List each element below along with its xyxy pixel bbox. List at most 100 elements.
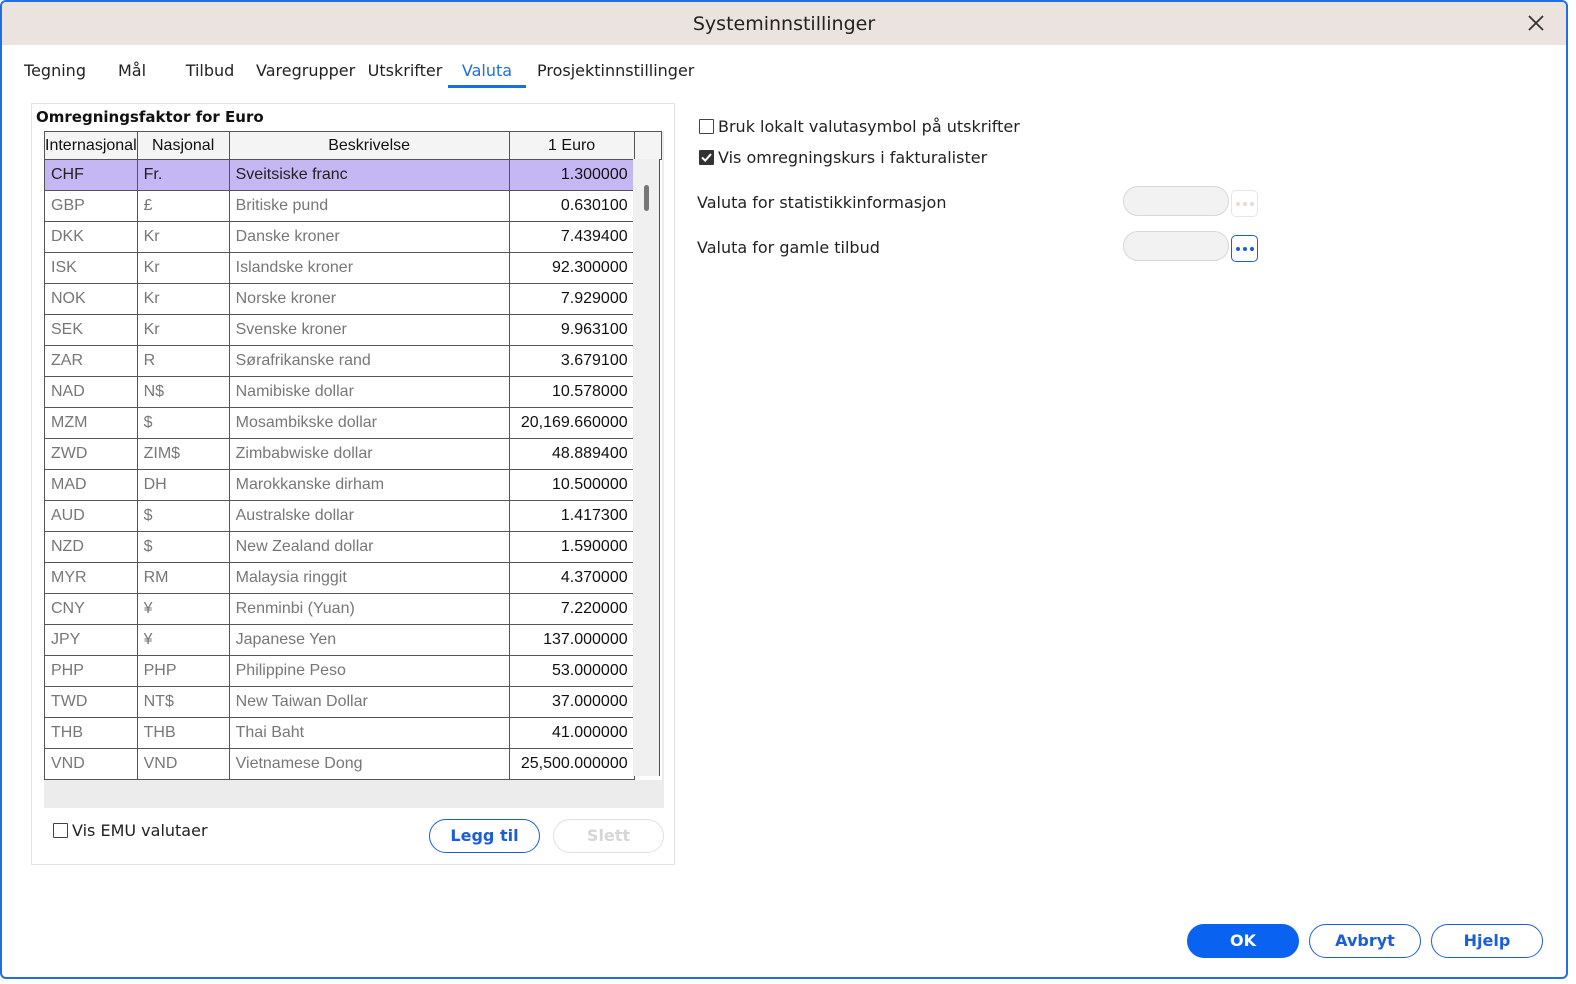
cell-description[interactable]: Australske dollar <box>228 500 510 532</box>
table-row[interactable]: THB THB Thai Baht 41.000000 <box>44 717 662 749</box>
cell-description[interactable]: Svenske kroner <box>228 314 510 346</box>
tab-tilbud[interactable]: Tilbud <box>184 58 236 88</box>
cell-description[interactable]: Sørafrikanske rand <box>228 345 510 377</box>
cell-description[interactable]: Renminbi (Yuan) <box>228 593 510 625</box>
table-row[interactable]: MZM $ Mosambikske dollar 20,169.660000 <box>44 407 662 439</box>
table-row[interactable]: NOK Kr Norske kroner 7.929000 <box>44 283 662 315</box>
cell-international[interactable]: AUD <box>44 500 138 532</box>
column-header-national[interactable]: Nasjonal <box>136 131 230 160</box>
cell-international[interactable]: ZWD <box>44 438 138 470</box>
table-row[interactable]: SEK Kr Svenske kroner 9.963100 <box>44 314 662 346</box>
cell-description[interactable]: Thai Baht <box>228 717 510 749</box>
checkbox-box[interactable] <box>53 823 68 838</box>
checkbox-box-checked[interactable] <box>699 150 714 165</box>
cell-national[interactable]: ¥ <box>136 593 230 625</box>
column-header-description[interactable]: Beskrivelse <box>228 131 510 160</box>
table-row[interactable]: TWD NT$ New Taiwan Dollar 37.000000 <box>44 686 662 718</box>
cell-euro-rate[interactable]: 41.000000 <box>508 717 635 749</box>
cell-euro-rate[interactable]: 37.000000 <box>508 686 635 718</box>
table-row[interactable]: ZAR R Sørafrikanske rand 3.679100 <box>44 345 662 377</box>
help-button[interactable]: Hjelp <box>1431 924 1543 958</box>
cell-euro-rate[interactable]: 0.630100 <box>508 190 635 222</box>
table-row[interactable]: GBP £ Britiske pund 0.630100 <box>44 190 662 222</box>
show-rate-checkbox[interactable]: Vis omregningskurs i fakturalister <box>699 148 987 167</box>
cell-description[interactable]: Norske kroner <box>228 283 510 315</box>
old-quotes-currency-browse-button[interactable] <box>1231 235 1258 262</box>
stats-currency-browse-button[interactable] <box>1231 190 1258 217</box>
cell-national[interactable]: Kr <box>136 314 230 346</box>
cell-international[interactable]: MYR <box>44 562 138 594</box>
cell-description[interactable]: Philippine Peso <box>228 655 510 687</box>
cell-national[interactable]: $ <box>136 500 230 532</box>
cell-euro-rate[interactable]: 9.963100 <box>508 314 635 346</box>
cell-international[interactable]: TWD <box>44 686 138 718</box>
local-symbol-checkbox[interactable]: Bruk lokalt valutasymbol på utskrifter <box>699 117 1020 136</box>
cell-national[interactable]: ¥ <box>136 624 230 656</box>
tab-valuta[interactable]: Valuta <box>448 58 526 88</box>
cell-national[interactable]: DH <box>136 469 230 501</box>
cell-euro-rate[interactable]: 92.300000 <box>508 252 635 284</box>
cell-description[interactable]: Britiske pund <box>228 190 510 222</box>
tab-maal[interactable]: Mål <box>115 58 149 88</box>
cell-international[interactable]: DKK <box>44 221 138 253</box>
cell-international[interactable]: VND <box>44 748 138 780</box>
cell-national[interactable]: RM <box>136 562 230 594</box>
vertical-scrollbar[interactable] <box>633 159 660 776</box>
cell-national[interactable]: £ <box>136 190 230 222</box>
stats-currency-field[interactable] <box>1123 186 1229 216</box>
table-row[interactable]: ZWD ZIM$ Zimbabwiske dollar 48.889400 <box>44 438 662 470</box>
column-header-euro[interactable]: 1 Euro <box>508 131 635 160</box>
cell-national[interactable]: N$ <box>136 376 230 408</box>
cell-euro-rate[interactable]: 7.929000 <box>508 283 635 315</box>
cancel-button[interactable]: Avbryt <box>1309 924 1421 958</box>
cell-description[interactable]: Namibiske dollar <box>228 376 510 408</box>
cell-euro-rate[interactable]: 7.439400 <box>508 221 635 253</box>
scrollbar-thumb[interactable] <box>644 185 649 211</box>
cell-description[interactable]: Japanese Yen <box>228 624 510 656</box>
cell-description[interactable]: Sveitsiske franc <box>228 159 510 191</box>
cell-euro-rate[interactable]: 3.679100 <box>508 345 635 377</box>
table-row[interactable]: DKK Kr Danske kroner 7.439400 <box>44 221 662 253</box>
cell-euro-rate[interactable]: 1.300000 <box>508 159 635 191</box>
cell-national[interactable]: Kr <box>136 283 230 315</box>
close-button[interactable] <box>1524 11 1548 35</box>
cell-euro-rate[interactable]: 25,500.000000 <box>508 748 635 780</box>
cell-international[interactable]: THB <box>44 717 138 749</box>
table-row[interactable]: PHP PHP Philippine Peso 53.000000 <box>44 655 662 687</box>
cell-euro-rate[interactable]: 53.000000 <box>508 655 635 687</box>
table-row[interactable]: CNY ¥ Renminbi (Yuan) 7.220000 <box>44 593 662 625</box>
cell-international[interactable]: CHF <box>44 159 138 191</box>
table-row[interactable]: MYR RM Malaysia ringgit 4.370000 <box>44 562 662 594</box>
cell-national[interactable]: Fr. <box>136 159 230 191</box>
add-button[interactable]: Legg til <box>429 819 540 853</box>
cell-description[interactable]: New Taiwan Dollar <box>228 686 510 718</box>
cell-international[interactable]: GBP <box>44 190 138 222</box>
table-row[interactable]: JPY ¥ Japanese Yen 137.000000 <box>44 624 662 656</box>
cell-national[interactable]: THB <box>136 717 230 749</box>
table-row[interactable]: ISK Kr Islandske kroner 92.300000 <box>44 252 662 284</box>
cell-euro-rate[interactable]: 1.590000 <box>508 531 635 563</box>
cell-euro-rate[interactable]: 7.220000 <box>508 593 635 625</box>
cell-description[interactable]: Danske kroner <box>228 221 510 253</box>
cell-euro-rate[interactable]: 20,169.660000 <box>508 407 635 439</box>
tab-tegning[interactable]: Tegning <box>24 58 86 88</box>
cell-international[interactable]: SEK <box>44 314 138 346</box>
tab-varegrupper[interactable]: Varegrupper <box>256 58 355 88</box>
cell-national[interactable]: Kr <box>136 252 230 284</box>
tab-prosjektinnstillinger[interactable]: Prosjektinnstillinger <box>537 58 694 88</box>
cell-international[interactable]: ZAR <box>44 345 138 377</box>
cell-international[interactable]: ISK <box>44 252 138 284</box>
cell-national[interactable]: ZIM$ <box>136 438 230 470</box>
old-quotes-currency-field[interactable] <box>1123 231 1229 261</box>
cell-description[interactable]: Vietnamese Dong <box>228 748 510 780</box>
ok-button[interactable]: OK <box>1187 924 1299 958</box>
checkbox-box[interactable] <box>699 119 714 134</box>
cell-description[interactable]: Mosambikske dollar <box>228 407 510 439</box>
cell-national[interactable]: PHP <box>136 655 230 687</box>
column-header-international[interactable]: Internasjonal <box>44 131 138 160</box>
cell-international[interactable]: NAD <box>44 376 138 408</box>
cell-euro-rate[interactable]: 10.578000 <box>508 376 635 408</box>
cell-euro-rate[interactable]: 4.370000 <box>508 562 635 594</box>
tab-utskrifter[interactable]: Utskrifter <box>367 58 443 88</box>
table-row[interactable]: NZD $ New Zealand dollar 1.590000 <box>44 531 662 563</box>
